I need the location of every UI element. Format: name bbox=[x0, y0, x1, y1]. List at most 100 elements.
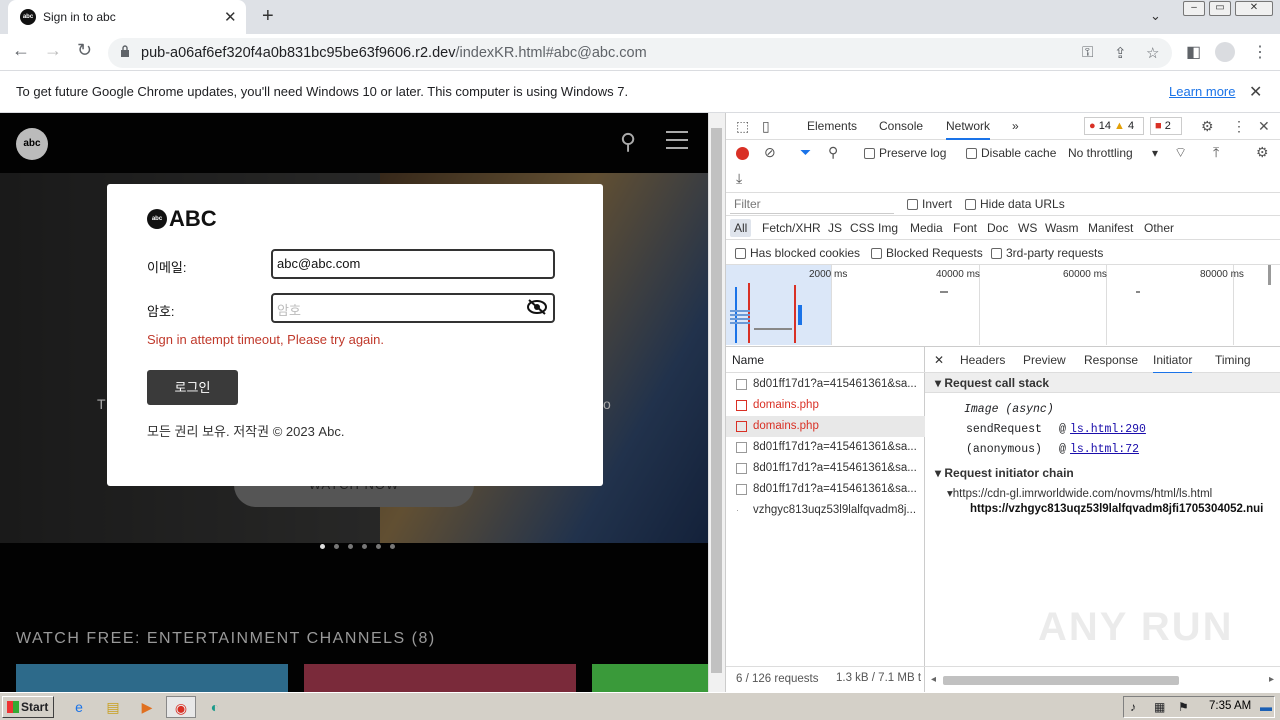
export-har-icon[interactable]: ⤓ bbox=[736, 170, 742, 187]
filter-icon[interactable]: ⏷ bbox=[800, 144, 811, 161]
devtools-menu-icon[interactable]: ⋮ bbox=[1232, 118, 1246, 135]
disable-cache-checkbox[interactable]: Disable cache bbox=[966, 146, 1056, 160]
settings-gear-icon[interactable]: ⚙ bbox=[1201, 118, 1214, 135]
show-desktop-icon[interactable]: ▬ bbox=[1260, 700, 1272, 714]
stack-frame-link[interactable]: ls.html:290 bbox=[1070, 423, 1146, 436]
abc-logo[interactable]: abc bbox=[16, 128, 48, 160]
call-stack-section[interactable]: ▾ Request call stack bbox=[925, 373, 1280, 393]
carousel-dot[interactable] bbox=[362, 544, 367, 549]
filter-ws[interactable]: WS bbox=[1018, 221, 1037, 235]
password-field[interactable]: 암호 bbox=[271, 293, 555, 323]
error-warning-counter[interactable]: ● 14 ▲ 4 bbox=[1084, 117, 1144, 135]
third-party-checkbox[interactable]: 3rd-party requests bbox=[991, 246, 1103, 260]
start-button[interactable]: Start bbox=[2, 696, 54, 718]
request-row[interactable]: 8d01ff17d1?a=415461361&sa... bbox=[726, 479, 925, 500]
close-window-button[interactable]: ✕ bbox=[1235, 1, 1273, 16]
tab-search-icon[interactable]: ⌄ bbox=[1150, 8, 1161, 24]
request-row[interactable]: domains.php bbox=[726, 395, 925, 416]
scroll-left-icon[interactable]: ◂ bbox=[931, 674, 936, 685]
network-timeline[interactable]: 2000 ms 40000 ms 60000 ms 80000 ms bbox=[726, 265, 1280, 347]
hamburger-menu-icon[interactable] bbox=[666, 131, 688, 155]
close-devtools-icon[interactable]: ✕ bbox=[1258, 118, 1270, 135]
tab-timing[interactable]: Timing bbox=[1215, 353, 1251, 367]
flag-icon[interactable]: ⚑ bbox=[1178, 700, 1189, 714]
carousel-dot[interactable] bbox=[390, 544, 395, 549]
initiator-chain-item[interactable]: ▾https://cdn-gl.imrworldwide.com/novms/h… bbox=[947, 486, 1212, 500]
more-menu-icon[interactable]: ⋮ bbox=[1252, 42, 1268, 62]
carousel-dot[interactable] bbox=[320, 544, 325, 549]
import-har-icon[interactable]: ⤒ bbox=[1213, 144, 1219, 161]
filter-input[interactable]: Filter bbox=[730, 195, 894, 214]
filter-css[interactable]: CSS bbox=[850, 221, 875, 235]
ie-icon[interactable]: e bbox=[66, 696, 92, 718]
more-tabs-icon[interactable]: » bbox=[1012, 119, 1019, 133]
channel-thumbnail[interactable] bbox=[304, 664, 576, 692]
new-tab-button[interactable]: + bbox=[262, 5, 274, 28]
blocked-requests-checkbox[interactable]: Blocked Requests bbox=[871, 246, 983, 260]
back-icon[interactable]: ← bbox=[12, 40, 30, 61]
hide-data-urls-checkbox[interactable]: Hide data URLs bbox=[965, 197, 1065, 211]
request-row[interactable]: domains.php bbox=[726, 416, 925, 437]
forward-icon[interactable]: → bbox=[44, 40, 62, 61]
tab-preview[interactable]: Preview bbox=[1023, 353, 1066, 367]
filter-doc[interactable]: Doc bbox=[987, 221, 1008, 235]
network-icon[interactable]: ▦ bbox=[1154, 700, 1165, 714]
explorer-icon[interactable]: ▤ bbox=[100, 696, 126, 718]
request-row[interactable]: 8d01ff17d1?a=415461361&sa... bbox=[726, 458, 925, 479]
search-icon[interactable]: ⚲ bbox=[828, 144, 838, 161]
request-row[interactable]: · vzhgyc813uqz53l9lalfqvadm8j... bbox=[726, 500, 925, 521]
preserve-log-checkbox[interactable]: Preserve log bbox=[864, 146, 946, 160]
request-row[interactable]: 8d01ff17d1?a=415461361&sa... bbox=[726, 437, 925, 458]
filter-js[interactable]: JS bbox=[828, 221, 842, 235]
network-conditions-icon[interactable]: ⌔ bbox=[1174, 144, 1187, 162]
filter-manifest[interactable]: Manifest bbox=[1088, 221, 1133, 235]
search-icon[interactable]: ⚲ bbox=[620, 129, 636, 155]
horizontal-scrollbar[interactable] bbox=[943, 676, 1179, 685]
carousel-dot[interactable] bbox=[348, 544, 353, 549]
tab-network[interactable]: Network bbox=[946, 119, 991, 140]
filter-all[interactable]: All bbox=[730, 219, 752, 237]
channel-thumbnail[interactable] bbox=[16, 664, 288, 692]
tab-elements[interactable]: Elements bbox=[807, 119, 857, 133]
filter-font[interactable]: Font bbox=[953, 221, 977, 235]
device-toggle-icon[interactable]: ▯ bbox=[762, 118, 770, 135]
login-button[interactable]: 로그인 bbox=[147, 370, 238, 405]
scrollbar-thumb[interactable] bbox=[711, 128, 722, 673]
carousel-dot[interactable] bbox=[334, 544, 339, 549]
filter-wasm[interactable]: Wasm bbox=[1045, 221, 1079, 235]
name-column-header[interactable]: Name bbox=[726, 347, 925, 373]
edge-icon[interactable]: ◐ bbox=[202, 696, 228, 718]
close-detail-icon[interactable]: ✕ bbox=[934, 353, 944, 367]
bookmark-star-icon[interactable]: ☆ bbox=[1146, 44, 1159, 62]
browser-tab[interactable]: abc Sign in to abc ✕ bbox=[8, 0, 246, 34]
filter-media[interactable]: Media bbox=[910, 221, 943, 235]
initiator-chain-section[interactable]: ▾ Request initiator chain bbox=[935, 466, 1074, 480]
reload-icon[interactable]: ↻ bbox=[77, 40, 92, 61]
filter-other[interactable]: Other bbox=[1144, 221, 1174, 235]
tab-initiator[interactable]: Initiator bbox=[1153, 353, 1193, 374]
address-bar[interactable]: pub-a06af6ef320f4a0b831bc95be63f9606.r2.… bbox=[108, 38, 1172, 68]
scroll-right-icon[interactable]: ▸ bbox=[1269, 674, 1274, 685]
inspect-element-icon[interactable]: ⬚ bbox=[736, 118, 749, 135]
key-icon[interactable]: ⚿ bbox=[1082, 44, 1093, 61]
restore-button[interactable]: ▭ bbox=[1209, 1, 1231, 16]
tab-close-icon[interactable]: ✕ bbox=[224, 8, 237, 26]
carousel-dot[interactable] bbox=[376, 544, 381, 549]
record-icon[interactable] bbox=[736, 147, 749, 160]
channel-thumbnail[interactable] bbox=[592, 664, 708, 692]
side-panel-icon[interactable]: ◧ bbox=[1186, 42, 1201, 62]
share-icon[interactable]: ⇪ bbox=[1114, 44, 1127, 62]
invert-checkbox[interactable]: Invert bbox=[907, 197, 952, 211]
throttling-select[interactable]: No throttling ▾ bbox=[1068, 146, 1158, 160]
tab-console[interactable]: Console bbox=[879, 119, 923, 133]
minimize-button[interactable]: – bbox=[1183, 1, 1205, 16]
request-row[interactable]: 8d01ff17d1?a=415461361&sa... bbox=[726, 374, 925, 395]
chrome-icon[interactable]: ◉ bbox=[166, 696, 196, 718]
issues-counter[interactable]: ■ 2 bbox=[1150, 117, 1182, 135]
filter-img[interactable]: Img bbox=[878, 221, 898, 235]
has-blocked-cookies-checkbox[interactable]: Has blocked cookies bbox=[735, 246, 860, 260]
filter-fetch-xhr[interactable]: Fetch/XHR bbox=[762, 221, 821, 235]
volume-icon[interactable]: ♪ bbox=[1130, 700, 1136, 714]
eye-slash-icon[interactable] bbox=[527, 298, 547, 316]
infobar-close-icon[interactable]: ✕ bbox=[1249, 82, 1262, 102]
